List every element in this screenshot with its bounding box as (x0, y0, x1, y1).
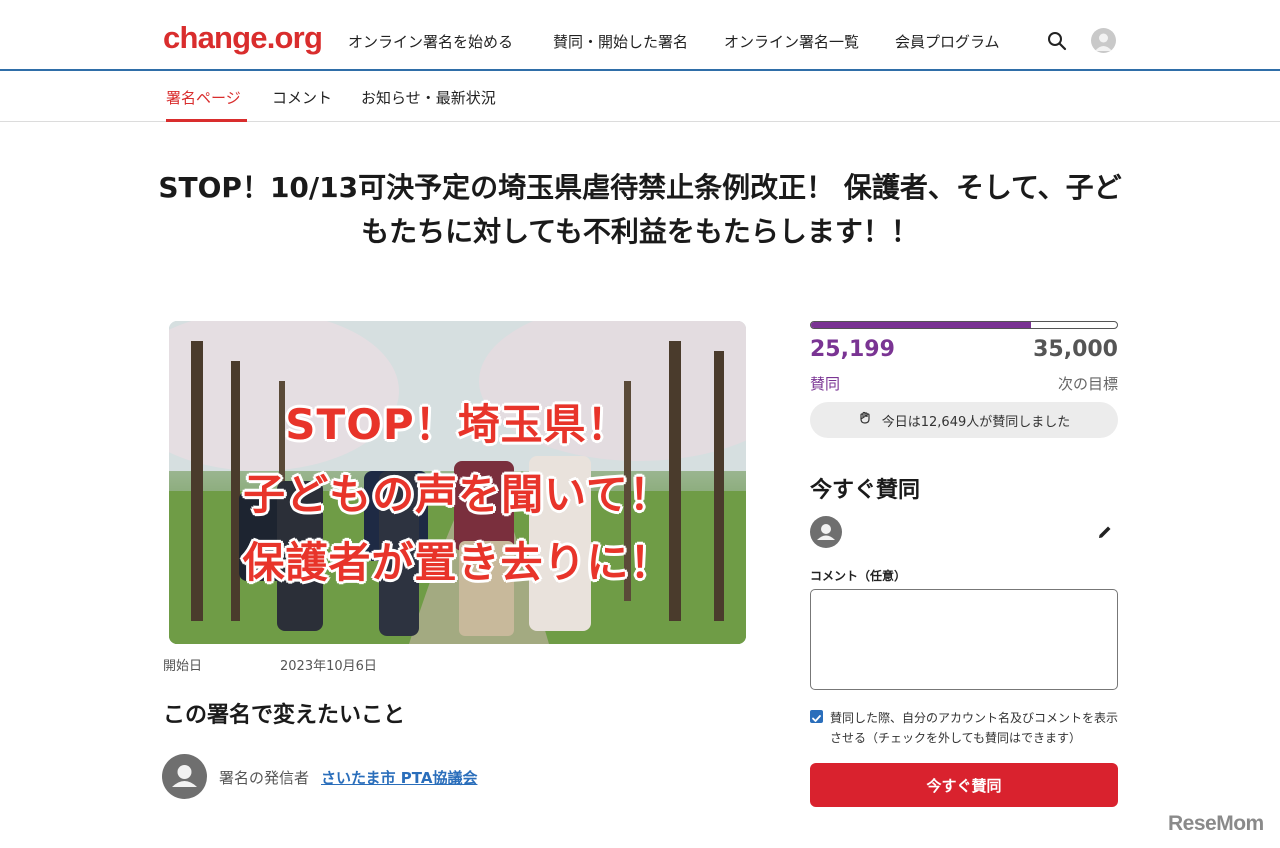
sign-now-heading: 今すぐ賛同 (810, 478, 921, 503)
section-heading-what-to-change: この署名で変えたいこと (163, 703, 406, 728)
tab-comments[interactable]: コメント (272, 87, 332, 108)
display-name-checkbox-label: 賛同した際、自分のアカウント名及びコメントを表示させる（チェックを外しても賛同は… (830, 711, 1119, 745)
tab-updates[interactable]: お知らせ・最新状況 (361, 87, 496, 108)
signature-count: 25,199 (810, 337, 895, 362)
nav-browse-petitions[interactable]: オンライン署名一覧 (724, 31, 859, 52)
signature-goal: 35,000 (1033, 337, 1118, 362)
top-navigation-bar: change.org オンライン署名を始める 賛同・開始した署名 オンライン署名… (0, 0, 1280, 71)
comment-label: コメント（任意） (810, 569, 907, 583)
nav-start-petition[interactable]: オンライン署名を始める (348, 31, 513, 52)
progress-fill (811, 322, 1032, 328)
tab-petition[interactable]: 署名ページ (166, 87, 241, 108)
comment-textarea[interactable] (810, 589, 1118, 690)
checkmark-icon (812, 715, 821, 722)
user-avatar (810, 516, 842, 548)
nav-my-petitions[interactable]: 賛同・開始した署名 (553, 31, 688, 52)
image-text-line-3: 保護者が置き去りに！ (242, 538, 673, 587)
change-org-logo[interactable]: change.org (163, 20, 323, 56)
today-signers-text: 今日は12,649人が賛同しました (881, 414, 1071, 430)
petition-title: STOP！10/13可決予定の埼玉県虐待禁止条例改正！ 保護者、そして、子どもた… (158, 171, 1122, 248)
start-date-value: 2023年10月6日 (280, 659, 377, 674)
resemom-watermark: ReseMom (1168, 812, 1264, 835)
start-date-label: 開始日 (163, 659, 203, 674)
image-text-line-2: 子どもの声を聞いて！ (243, 470, 672, 519)
pencil-icon[interactable] (1096, 523, 1114, 541)
petition-tabs: 署名ページ コメント お知らせ・最新状況 (0, 73, 1280, 122)
account-avatar[interactable] (1091, 28, 1116, 53)
active-tab-indicator (166, 119, 247, 122)
starter-label: 署名の発信者 (219, 769, 310, 787)
sign-now-button[interactable]: 今すぐ賛同 (810, 763, 1118, 807)
search-icon[interactable] (1046, 30, 1068, 52)
starter-avatar (162, 754, 207, 799)
signature-goal-label: 次の目標 (1057, 375, 1118, 393)
starter-name-link[interactable]: さいたま市 PTA協議会 (321, 767, 477, 788)
display-name-checkbox[interactable] (810, 710, 823, 723)
image-text-line-1: STOP！埼玉県！ (285, 400, 630, 449)
signing-hand-icon (858, 410, 874, 430)
signature-progress-bar (810, 321, 1118, 329)
petition-image: STOP！埼玉県！ 子どもの声を聞いて！ 保護者が置き去りに！ (169, 321, 746, 644)
nav-membership[interactable]: 会員プログラム (895, 31, 1000, 52)
today-signers-badge: 今日は12,649人が賛同しました (810, 402, 1118, 438)
signature-count-label: 賛同 (810, 375, 841, 393)
